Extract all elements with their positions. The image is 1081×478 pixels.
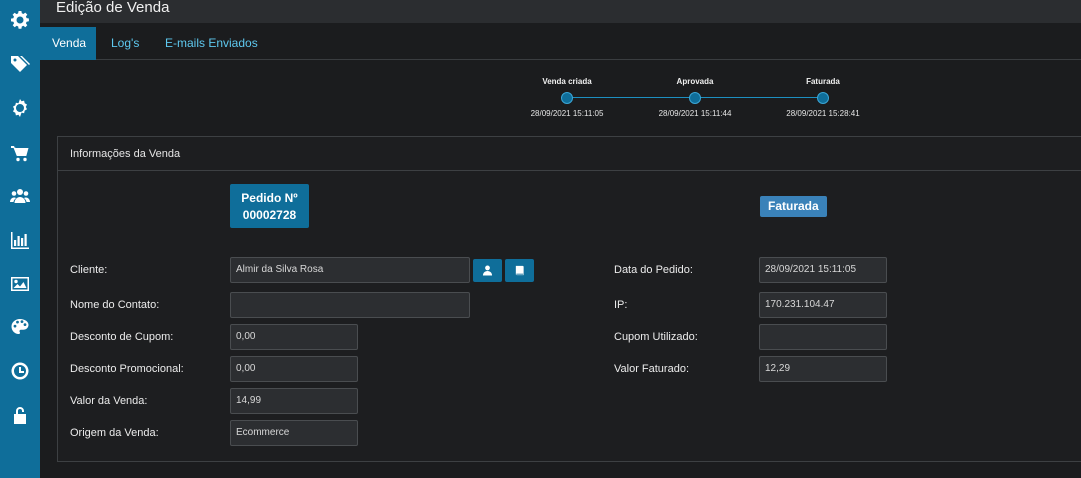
cart-icon[interactable] [0,138,40,168]
timeline-step-date: 28/09/2021 15:28:41 [786,109,860,118]
desconto-cupom-field[interactable]: 0,00 [230,324,358,350]
sidebar [0,0,40,478]
client-details-button[interactable] [505,259,534,282]
order-number-label: Pedido Nº [241,191,298,205]
timeline-step-venda-criada: Venda criada 28/09/2021 15:11:05 [517,75,617,118]
cliente-label: Cliente: [70,264,108,276]
timeline-step-aprovada: Aprovada 28/09/2021 15:11:44 [645,75,745,118]
cliente-field[interactable]: Almir da Silva Rosa [230,257,470,283]
tab-bar: Venda Log's E-mails Enviados [40,27,1081,60]
timeline-dot [817,92,829,104]
nome-contato-field[interactable] [230,292,470,318]
timeline-dot [689,92,701,104]
desconto-promocional-field[interactable]: 0,00 [230,356,358,382]
book-icon [515,265,524,276]
clock-icon[interactable] [0,356,40,386]
bar-chart-icon[interactable] [0,225,40,255]
timeline-dot [561,92,573,104]
nome-contato-label: Nome do Contato: [70,299,160,311]
valor-faturado-label: Valor Faturado: [614,363,690,375]
timeline-step-date: 28/09/2021 15:11:05 [530,109,604,118]
header-bar: Edição de Venda [40,0,1081,23]
tab-venda[interactable]: Venda [40,27,96,60]
users-icon[interactable] [0,181,40,211]
valor-venda-label: Valor da Venda: [70,395,148,407]
tab-emails-enviados[interactable]: E-mails Enviados [153,27,270,60]
valor-faturado-field[interactable]: 12,29 [759,356,887,382]
timeline-step-label: Aprovada [676,77,714,86]
user-icon [482,265,493,276]
status-timeline: Venda criada 28/09/2021 15:11:05 Aprovad… [520,75,880,125]
view-client-button[interactable] [473,259,502,282]
order-number-badge: Pedido Nº 00002728 [230,184,309,228]
tags-icon[interactable] [0,49,40,79]
data-pedido-label: Data do Pedido: [614,264,693,276]
cog-icon[interactable] [0,93,40,123]
unlock-icon[interactable] [0,400,40,430]
page-title: Edição de Venda [56,0,170,16]
cupom-utilizado-label: Cupom Utilizado: [614,331,698,343]
status-badge: Faturada [760,196,827,217]
timeline-step-label: Faturada [806,77,840,86]
desconto-cupom-label: Desconto de Cupom: [70,331,174,343]
ip-field[interactable]: 170.231.104.47 [759,292,887,318]
timeline-step-date: 28/09/2021 15:11:44 [658,109,732,118]
origem-venda-label: Origem da Venda: [70,427,159,439]
origem-venda-field[interactable]: Ecommerce [230,420,358,446]
valor-venda-field[interactable]: 14,99 [230,388,358,414]
timeline-step-label: Venda criada [542,77,592,86]
gear-icon[interactable] [0,5,40,35]
image-icon[interactable] [0,269,40,299]
data-pedido-field[interactable]: 28/09/2021 15:11:05 [759,257,887,283]
order-number-value: 00002728 [242,208,297,222]
sale-info-panel: Informações da Venda Pedido Nº 00002728 … [57,136,1081,462]
tab-logs[interactable]: Log's [99,27,151,60]
timeline-step-faturada: Faturada 28/09/2021 15:28:41 [773,75,873,118]
panel-title: Informações da Venda [58,137,1081,171]
desconto-promocional-label: Desconto Promocional: [70,363,184,375]
ip-label: IP: [614,299,628,311]
cupom-utilizado-field[interactable] [759,324,887,350]
palette-icon[interactable] [0,312,40,342]
